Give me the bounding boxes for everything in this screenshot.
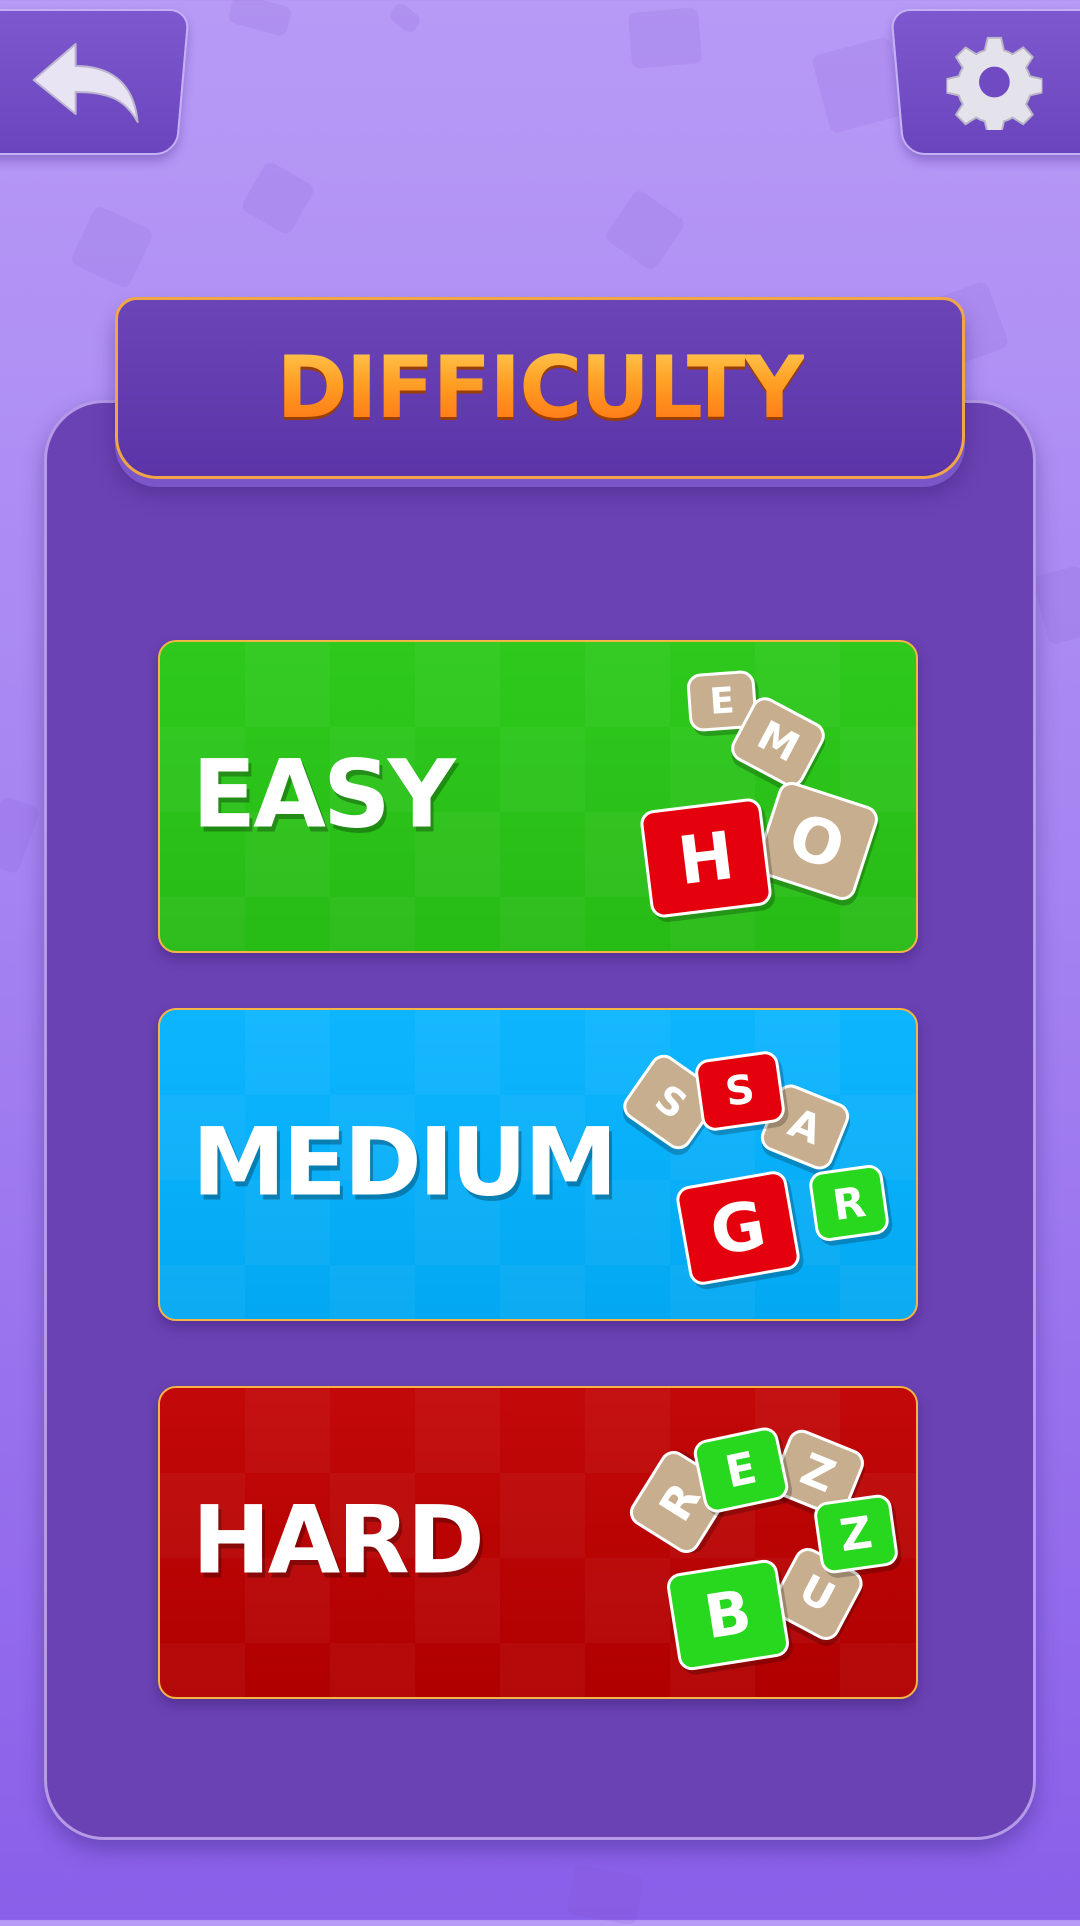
- background-decoration: [227, 0, 293, 38]
- letter-tile: S: [693, 1049, 787, 1133]
- background-decoration: [239, 159, 317, 237]
- medium-button[interactable]: MEDIUM S A S R G: [158, 1008, 918, 1321]
- background-decoration: [603, 188, 687, 272]
- background-decoration: [69, 204, 155, 290]
- title-banner: DIFFICULTY: [115, 297, 965, 479]
- back-arrow-icon: [30, 40, 142, 124]
- letter-tile: B: [665, 1557, 791, 1673]
- background-decoration: [627, 7, 703, 69]
- background-decoration: [1031, 564, 1080, 646]
- easy-button[interactable]: EASY E M O H: [158, 640, 918, 953]
- background-decoration: [387, 0, 423, 36]
- letter-tile: R: [807, 1163, 891, 1243]
- background-decoration: [566, 1864, 644, 1926]
- page-title: DIFFICULTY: [276, 338, 805, 438]
- gear-icon: [946, 34, 1043, 130]
- hard-label: HARD: [192, 1485, 485, 1595]
- medium-label: MEDIUM: [192, 1107, 618, 1217]
- settings-button[interactable]: [890, 9, 1080, 155]
- background-decoration: [0, 795, 41, 875]
- back-button[interactable]: [0, 9, 191, 155]
- letter-tile: G: [674, 1169, 802, 1287]
- letter-tile: H: [638, 796, 774, 920]
- easy-label: EASY: [192, 739, 456, 849]
- hard-button[interactable]: HARD R Z E U Z B: [158, 1386, 918, 1699]
- letter-tile: Z: [812, 1492, 900, 1576]
